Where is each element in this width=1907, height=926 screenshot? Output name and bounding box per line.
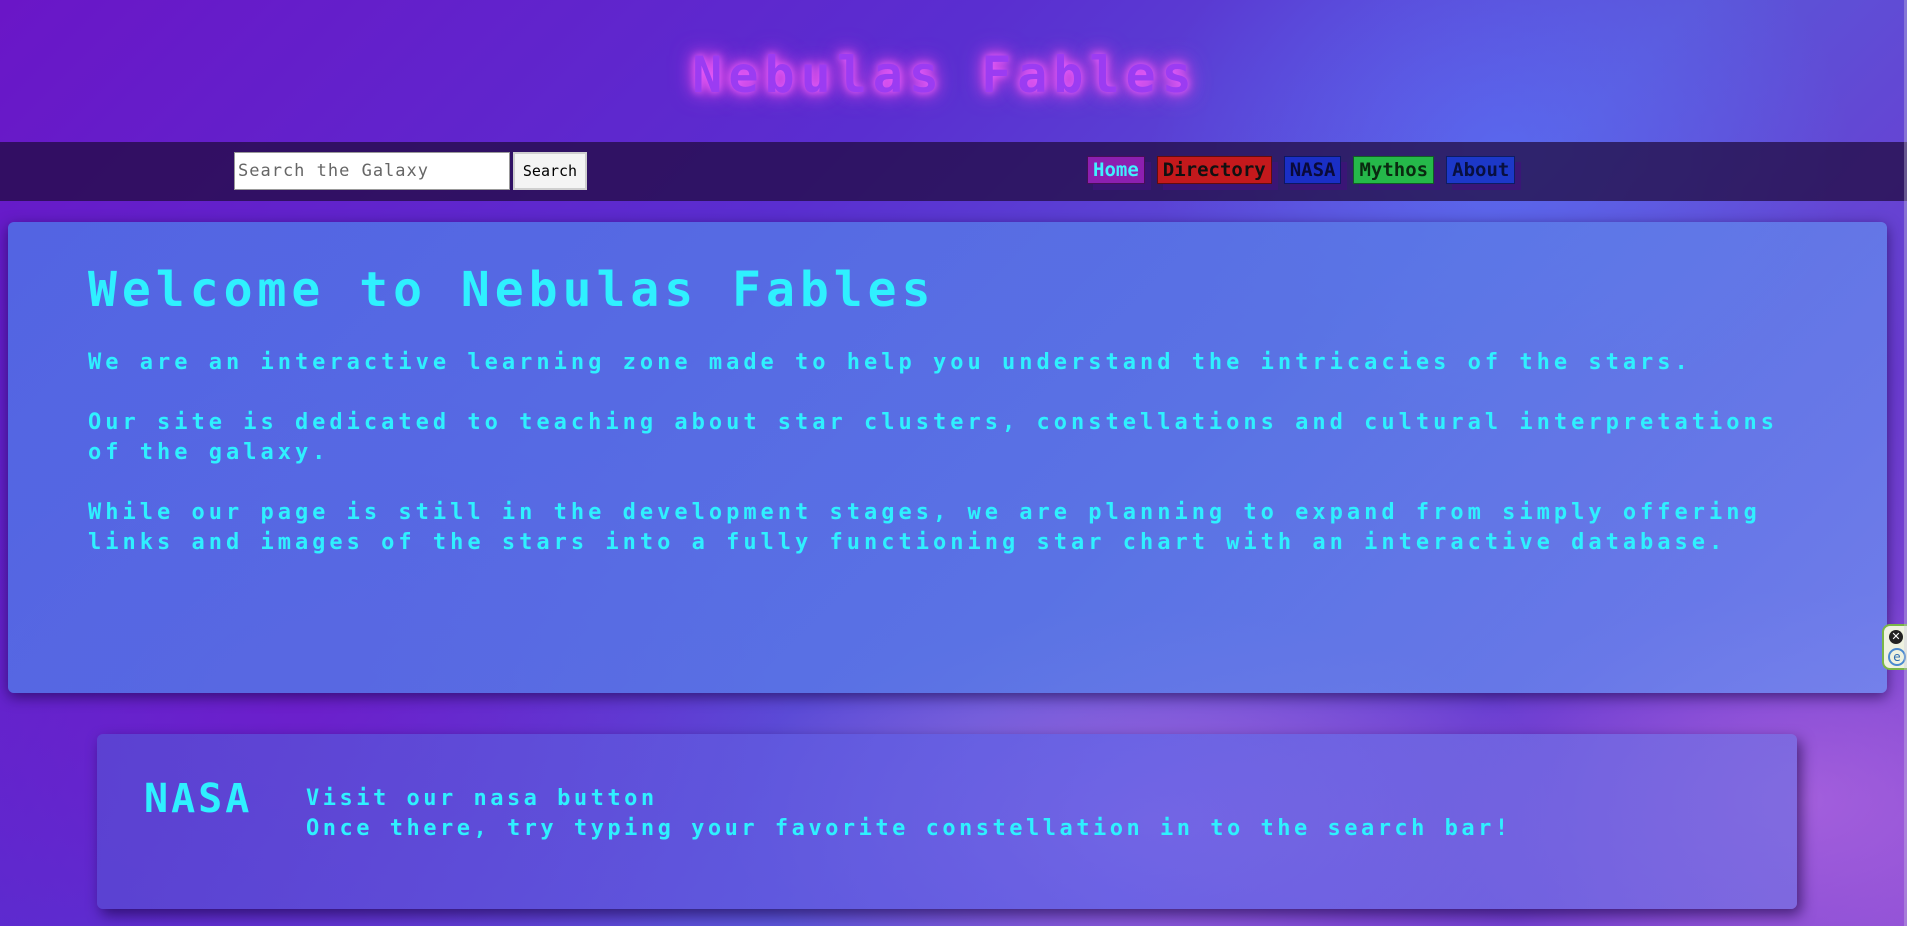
welcome-heading: Welcome to Nebulas Fables <box>88 262 936 318</box>
nav-directory-button[interactable]: Directory <box>1156 156 1272 184</box>
nav-mythos-button[interactable]: Mythos <box>1353 156 1435 184</box>
page-title: Nebulas Fables <box>692 46 1198 104</box>
search-button[interactable]: Search <box>513 152 587 190</box>
close-icon[interactable]: ✕ <box>1889 630 1903 644</box>
nav-nasa-button[interactable]: NASA <box>1283 156 1342 184</box>
search-input[interactable] <box>234 152 510 190</box>
nav-links: Home Directory NASA Mythos About <box>1087 156 1516 186</box>
welcome-paragraph: Our site is dedicated to teaching about … <box>88 410 1779 465</box>
nasa-line-2: Once there, try typing your favorite con… <box>306 816 1512 841</box>
nasa-text: Visit our nasa button Once there, try ty… <box>306 784 1512 844</box>
welcome-paragraph: We are an interactive learning zone made… <box>88 350 1692 375</box>
welcome-card: Welcome to Nebulas Fables We are an inte… <box>8 222 1887 693</box>
nav-about-button[interactable]: About <box>1446 156 1516 184</box>
nasa-line-1: Visit our nasa button <box>306 786 658 811</box>
nasa-card: NASA Visit our nasa button Once there, t… <box>97 734 1797 909</box>
navbar: Search Home Directory NASA Mythos About <box>0 142 1907 201</box>
nasa-label: NASA <box>144 776 253 822</box>
nav-home-button[interactable]: Home <box>1087 156 1145 184</box>
welcome-paragraph: While our page is still in the developme… <box>88 500 1761 555</box>
